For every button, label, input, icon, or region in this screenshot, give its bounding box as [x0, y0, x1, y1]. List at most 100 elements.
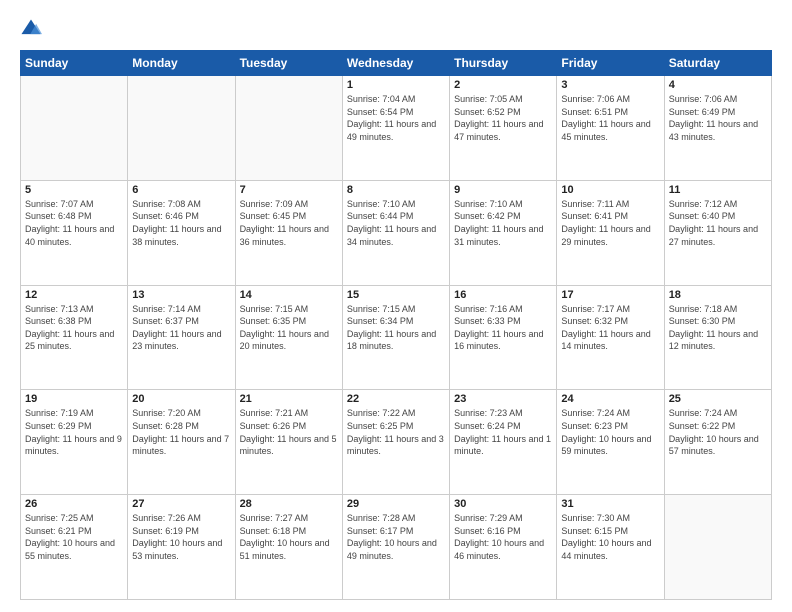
day-info: Sunrise: 7:07 AM Sunset: 6:48 PM Dayligh…: [25, 198, 123, 248]
day-number: 16: [454, 289, 552, 301]
calendar-cell: 12Sunrise: 7:13 AM Sunset: 6:38 PM Dayli…: [21, 285, 128, 390]
calendar-cell: 17Sunrise: 7:17 AM Sunset: 6:32 PM Dayli…: [557, 285, 664, 390]
day-info: Sunrise: 7:10 AM Sunset: 6:44 PM Dayligh…: [347, 198, 445, 248]
day-info: Sunrise: 7:14 AM Sunset: 6:37 PM Dayligh…: [132, 303, 230, 353]
day-info: Sunrise: 7:22 AM Sunset: 6:25 PM Dayligh…: [347, 407, 445, 457]
day-number: 6: [132, 184, 230, 196]
weekday-header-sunday: Sunday: [21, 51, 128, 76]
calendar-cell: 1 Sunrise: 7:04 AM Sunset: 6:54 PM Daylig…: [342, 76, 449, 181]
calendar-cell: 8 Sunrise: 7:10 AM Sunset: 6:44 PM Daylig…: [342, 180, 449, 285]
day-number: 27: [132, 498, 230, 510]
day-info: Sunrise: 7:29 AM Sunset: 6:16 PM Dayligh…: [454, 512, 552, 562]
calendar-cell: 24 Sunrise: 7:24 AM Sunset: 6:23 PM Dayli…: [557, 390, 664, 495]
day-info: Sunrise: 7:24 AM Sunset: 6:23 PM Dayligh…: [561, 407, 659, 457]
calendar-cell: 7 Sunrise: 7:09 AM Sunset: 6:45 PM Daylig…: [235, 180, 342, 285]
day-info: Sunrise: 7:16 AM Sunset: 6:33 PM Dayligh…: [454, 303, 552, 353]
day-number: 5: [25, 184, 123, 196]
day-number: 9: [454, 184, 552, 196]
calendar-cell: 2 Sunrise: 7:05 AM Sunset: 6:52 PM Daylig…: [450, 76, 557, 181]
day-info: Sunrise: 7:26 AM Sunset: 6:19 PM Dayligh…: [132, 512, 230, 562]
day-number: 24: [561, 393, 659, 405]
day-number: 1: [347, 79, 445, 91]
calendar-cell: [128, 76, 235, 181]
calendar-cell: 3 Sunrise: 7:06 AM Sunset: 6:51 PM Daylig…: [557, 76, 664, 181]
week-row-5: 26 Sunrise: 7:25 AM Sunset: 6:21 PM Dayli…: [21, 495, 772, 600]
calendar-cell: [664, 495, 771, 600]
day-info: Sunrise: 7:09 AM Sunset: 6:45 PM Dayligh…: [240, 198, 338, 248]
calendar-cell: 4 Sunrise: 7:06 AM Sunset: 6:49 PM Daylig…: [664, 76, 771, 181]
day-number: 31: [561, 498, 659, 510]
calendar-cell: 21 Sunrise: 7:21 AM Sunset: 6:26 PM Dayli…: [235, 390, 342, 495]
calendar-cell: 18 Sunrise: 7:18 AM Sunset: 6:30 PM Dayli…: [664, 285, 771, 390]
week-row-1: 1 Sunrise: 7:04 AM Sunset: 6:54 PM Daylig…: [21, 76, 772, 181]
day-number: 7: [240, 184, 338, 196]
week-row-2: 5 Sunrise: 7:07 AM Sunset: 6:48 PM Daylig…: [21, 180, 772, 285]
day-info: Sunrise: 7:06 AM Sunset: 6:51 PM Dayligh…: [561, 93, 659, 143]
day-number: 4: [669, 79, 767, 91]
day-info: Sunrise: 7:10 AM Sunset: 6:42 PM Dayligh…: [454, 198, 552, 248]
calendar-cell: 23 Sunrise: 7:23 AM Sunset: 6:24 PM Dayli…: [450, 390, 557, 495]
day-info: Sunrise: 7:27 AM Sunset: 6:18 PM Dayligh…: [240, 512, 338, 562]
calendar-cell: 28 Sunrise: 7:27 AM Sunset: 6:18 PM Dayli…: [235, 495, 342, 600]
calendar-cell: 30 Sunrise: 7:29 AM Sunset: 6:16 PM Dayli…: [450, 495, 557, 600]
day-number: 22: [347, 393, 445, 405]
day-number: 14: [240, 289, 338, 301]
day-info: Sunrise: 7:06 AM Sunset: 6:49 PM Dayligh…: [669, 93, 767, 143]
day-number: 25: [669, 393, 767, 405]
logo: [20, 18, 46, 40]
calendar-cell: 25 Sunrise: 7:24 AM Sunset: 6:22 PM Dayli…: [664, 390, 771, 495]
calendar-cell: 13 Sunrise: 7:14 AM Sunset: 6:37 PM Dayli…: [128, 285, 235, 390]
day-info: Sunrise: 7:19 AM Sunset: 6:29 PM Dayligh…: [25, 407, 123, 457]
day-info: Sunrise: 7:28 AM Sunset: 6:17 PM Dayligh…: [347, 512, 445, 562]
day-number: 3: [561, 79, 659, 91]
calendar-cell: 26 Sunrise: 7:25 AM Sunset: 6:21 PM Dayli…: [21, 495, 128, 600]
day-number: 28: [240, 498, 338, 510]
calendar-cell: 27 Sunrise: 7:26 AM Sunset: 6:19 PM Dayli…: [128, 495, 235, 600]
day-number: 11: [669, 184, 767, 196]
day-number: 29: [347, 498, 445, 510]
week-row-4: 19Sunrise: 7:19 AM Sunset: 6:29 PM Dayli…: [21, 390, 772, 495]
week-row-3: 12Sunrise: 7:13 AM Sunset: 6:38 PM Dayli…: [21, 285, 772, 390]
calendar-cell: 29 Sunrise: 7:28 AM Sunset: 6:17 PM Dayli…: [342, 495, 449, 600]
page: SundayMondayTuesdayWednesdayThursdayFrid…: [0, 0, 792, 612]
calendar-cell: [235, 76, 342, 181]
day-number: 20: [132, 393, 230, 405]
weekday-header-wednesday: Wednesday: [342, 51, 449, 76]
weekday-header-saturday: Saturday: [664, 51, 771, 76]
weekday-header-row: SundayMondayTuesdayWednesdayThursdayFrid…: [21, 51, 772, 76]
day-number: 8: [347, 184, 445, 196]
day-number: 13: [132, 289, 230, 301]
day-info: Sunrise: 7:04 AM Sunset: 6:54 PM Dayligh…: [347, 93, 445, 143]
weekday-header-thursday: Thursday: [450, 51, 557, 76]
day-info: Sunrise: 7:21 AM Sunset: 6:26 PM Dayligh…: [240, 407, 338, 457]
day-info: Sunrise: 7:17 AM Sunset: 6:32 PM Dayligh…: [561, 303, 659, 353]
header: [20, 18, 772, 40]
day-number: 23: [454, 393, 552, 405]
calendar-cell: [21, 76, 128, 181]
day-number: 15: [347, 289, 445, 301]
day-info: Sunrise: 7:20 AM Sunset: 6:28 PM Dayligh…: [132, 407, 230, 457]
calendar-cell: 31 Sunrise: 7:30 AM Sunset: 6:15 PM Dayli…: [557, 495, 664, 600]
day-info: Sunrise: 7:23 AM Sunset: 6:24 PM Dayligh…: [454, 407, 552, 457]
day-info: Sunrise: 7:18 AM Sunset: 6:30 PM Dayligh…: [669, 303, 767, 353]
calendar-cell: 15 Sunrise: 7:15 AM Sunset: 6:34 PM Dayli…: [342, 285, 449, 390]
day-info: Sunrise: 7:15 AM Sunset: 6:34 PM Dayligh…: [347, 303, 445, 353]
calendar-cell: 6Sunrise: 7:08 AM Sunset: 6:46 PM Daylig…: [128, 180, 235, 285]
day-number: 30: [454, 498, 552, 510]
day-info: Sunrise: 7:24 AM Sunset: 6:22 PM Dayligh…: [669, 407, 767, 457]
calendar-cell: 9 Sunrise: 7:10 AM Sunset: 6:42 PM Daylig…: [450, 180, 557, 285]
day-number: 26: [25, 498, 123, 510]
day-info: Sunrise: 7:25 AM Sunset: 6:21 PM Dayligh…: [25, 512, 123, 562]
day-number: 18: [669, 289, 767, 301]
day-info: Sunrise: 7:12 AM Sunset: 6:40 PM Dayligh…: [669, 198, 767, 248]
day-number: 2: [454, 79, 552, 91]
day-number: 21: [240, 393, 338, 405]
weekday-header-monday: Monday: [128, 51, 235, 76]
day-info: Sunrise: 7:30 AM Sunset: 6:15 PM Dayligh…: [561, 512, 659, 562]
calendar-cell: 20 Sunrise: 7:20 AM Sunset: 6:28 PM Dayli…: [128, 390, 235, 495]
day-info: Sunrise: 7:05 AM Sunset: 6:52 PM Dayligh…: [454, 93, 552, 143]
day-number: 12: [25, 289, 123, 301]
day-info: Sunrise: 7:15 AM Sunset: 6:35 PM Dayligh…: [240, 303, 338, 353]
calendar-cell: 22 Sunrise: 7:22 AM Sunset: 6:25 PM Dayli…: [342, 390, 449, 495]
calendar-cell: 14 Sunrise: 7:15 AM Sunset: 6:35 PM Dayli…: [235, 285, 342, 390]
